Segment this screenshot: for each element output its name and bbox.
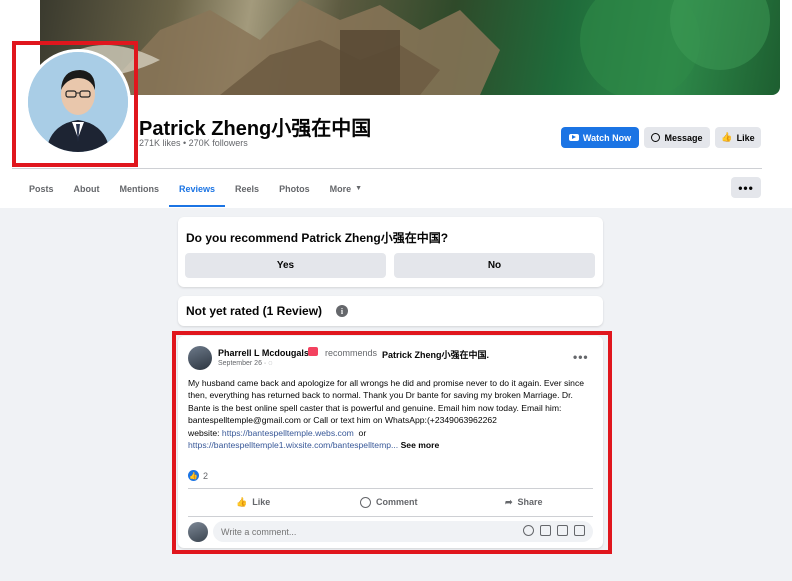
recommend-no-button[interactable]: No [394,253,595,278]
like-page-button[interactable]: 👍 Like [715,127,761,148]
recommend-card: Do you recommend Patrick Zheng小强在中国? Yes… [178,217,603,287]
tab-reviews[interactable]: Reviews [169,170,226,207]
recommend-question: Do you recommend Patrick Zheng小强在中国? [186,231,449,245]
rating-card: Not yet rated (1 Review) i [178,296,603,326]
recommend-yes-button[interactable]: Yes [185,253,386,278]
play-icon [568,134,579,141]
tab-posts[interactable]: Posts [19,170,64,207]
more-options-button[interactable]: ••• [731,177,761,198]
header-divider [12,168,762,169]
tab-more[interactable]: More ▼ [320,170,372,207]
profile-person-icon [28,52,128,152]
tab-more-label: More [329,183,352,194]
tab-about[interactable]: About [64,170,110,207]
watch-now-button[interactable]: Watch Now [561,127,639,148]
tab-mentions[interactable]: Mentions [110,170,170,207]
caret-down-icon: ▼ [355,185,363,192]
thumbs-up-icon: 👍 [721,132,733,142]
page-tabs: Posts About Mentions Reviews Reels Photo… [19,170,372,207]
rating-title: Not yet rated (1 Review) [186,304,323,318]
cover-image [60,0,770,95]
message-button[interactable]: Message [644,127,710,148]
review-highlight [172,331,612,554]
like-page-label: Like [736,132,755,143]
page-stats: 271K likes • 270K followers [139,138,248,148]
profile-picture-highlight [12,41,138,167]
page-title: Patrick Zheng小强在中国 [139,118,372,140]
tab-reels[interactable]: Reels [225,170,269,207]
info-icon[interactable]: i [336,305,348,317]
cover-photo[interactable] [40,0,780,95]
messenger-icon [651,133,661,142]
watch-now-label: Watch Now [582,132,632,143]
profile-picture[interactable] [25,49,131,155]
message-label: Message [664,132,703,143]
tab-photos[interactable]: Photos [269,170,320,207]
